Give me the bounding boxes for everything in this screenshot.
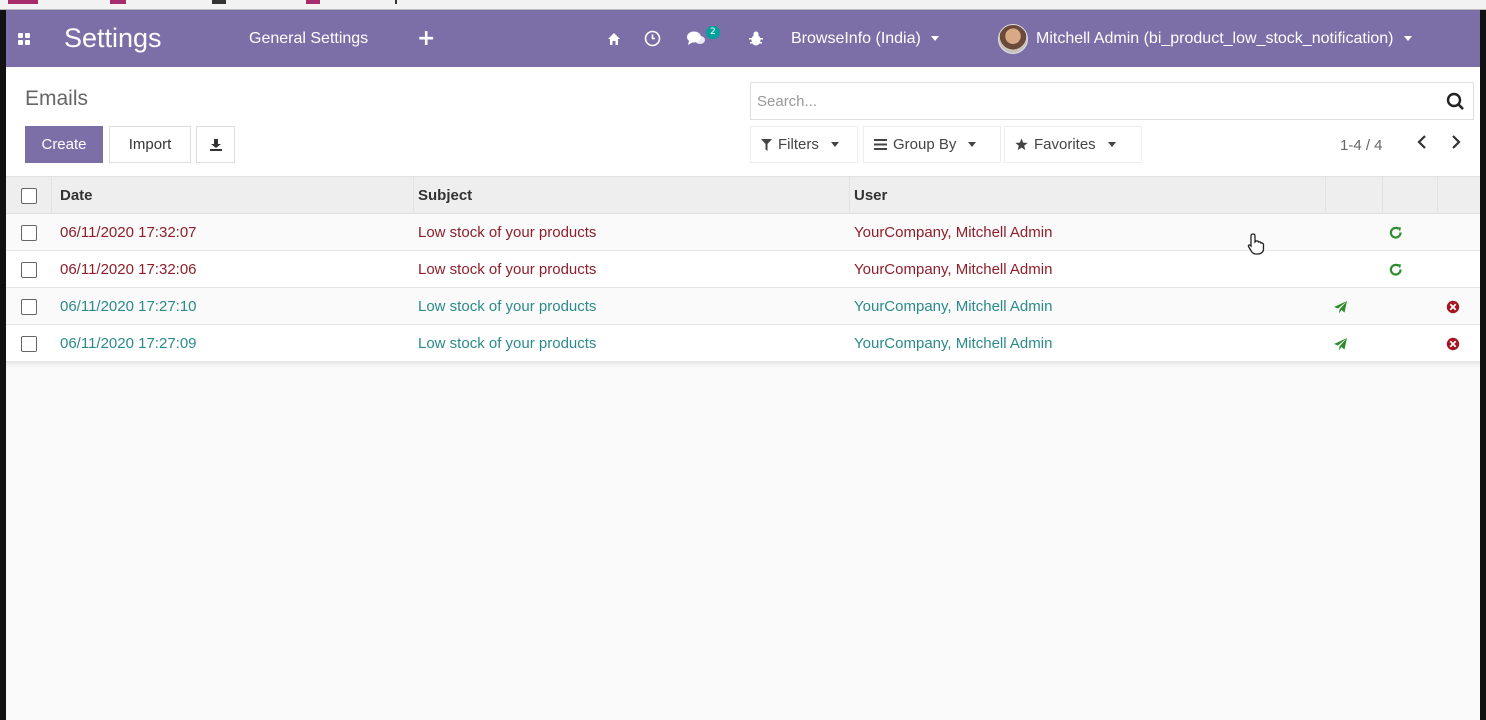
retry-icon <box>1389 226 1402 239</box>
groupby-dropdown[interactable]: Group By <box>863 126 1001 163</box>
header-send <box>1326 177 1383 214</box>
header-date[interactable]: Date <box>52 177 414 214</box>
chevron-down-icon <box>1403 36 1412 41</box>
chevron-down-icon <box>930 36 939 41</box>
cancel-button[interactable] <box>1446 288 1460 325</box>
cancel-button[interactable] <box>1446 325 1460 362</box>
activities-button[interactable] <box>644 10 661 67</box>
select-all-checkbox[interactable] <box>20 187 37 204</box>
header-user[interactable]: User <box>850 177 1326 214</box>
header-cancel <box>1438 177 1480 214</box>
import-button[interactable]: Import <box>109 126 191 163</box>
menu-more-button[interactable]: + <box>417 10 435 67</box>
select-all-cell <box>6 177 52 214</box>
chevron-down-icon <box>968 142 977 147</box>
export-button[interactable] <box>196 126 235 163</box>
retry-icon <box>1389 263 1402 276</box>
row-date: 06/11/2020 17:27:09 <box>60 335 197 352</box>
header-subject[interactable]: Subject <box>414 177 850 214</box>
row-select-cell <box>6 251 52 288</box>
chevron-left-icon <box>1417 135 1426 149</box>
control-panel: Emails Create Import Filters Group By <box>6 67 1480 177</box>
app-title[interactable]: Settings <box>64 10 162 67</box>
search-icon[interactable] <box>1446 92 1465 111</box>
table-header: Date Subject User <box>6 177 1480 214</box>
send-now-button[interactable] <box>1333 288 1348 325</box>
clock-icon <box>644 30 661 47</box>
cancel-icon <box>1446 337 1460 350</box>
list-icon <box>874 139 887 150</box>
row-subject: Low stock of your products <box>418 224 597 241</box>
row-user: YourCompany, Mitchell Admin <box>854 335 1053 352</box>
chevron-right-icon <box>1452 135 1461 149</box>
home-icon <box>608 32 620 45</box>
breadcrumb: Emails <box>25 87 89 110</box>
cancel-icon <box>1446 300 1460 313</box>
home-button[interactable] <box>606 10 622 67</box>
odoo-app: Settings General Settings + 2 BrowseInfo… <box>6 10 1480 720</box>
avatar <box>998 23 1028 54</box>
row-checkbox[interactable] <box>21 335 37 352</box>
messages-button[interactable]: 2 <box>686 10 720 67</box>
send-now-button[interactable] <box>1333 325 1348 362</box>
chevron-down-icon <box>830 142 839 147</box>
search-input[interactable] <box>757 89 1417 113</box>
filters-label: Filters <box>778 136 819 153</box>
menu-general-settings[interactable]: General Settings <box>249 10 368 67</box>
groupby-label: Group By <box>893 136 957 153</box>
main-navbar: Settings General Settings + 2 BrowseInfo… <box>6 10 1480 67</box>
create-button[interactable]: Create <box>25 126 103 163</box>
apps-menu-button[interactable] <box>18 10 34 67</box>
list-bottom-shadow <box>6 362 1480 368</box>
retry-button[interactable] <box>1389 214 1403 251</box>
screen: Settings General Settings + 2 BrowseInfo… <box>0 0 1486 720</box>
filters-dropdown[interactable]: Filters <box>750 126 858 163</box>
chevron-down-icon <box>1107 142 1116 147</box>
row-user: YourCompany, Mitchell Admin <box>854 224 1053 241</box>
pager-next-button[interactable] <box>1445 134 1467 156</box>
row-select-cell <box>6 214 52 251</box>
favorites-dropdown[interactable]: Favorites <box>1004 126 1142 163</box>
row-user: YourCompany, Mitchell Admin <box>854 298 1053 315</box>
chat-icon <box>687 31 705 45</box>
messages-badge: 2 <box>706 26 720 39</box>
row-date: 06/11/2020 17:27:10 <box>60 298 197 315</box>
retry-button[interactable] <box>1389 251 1403 288</box>
pager-previous-button[interactable] <box>1411 134 1433 156</box>
hand-cursor-icon <box>1247 233 1265 255</box>
row-subject: Low stock of your products <box>418 261 597 278</box>
favorites-label: Favorites <box>1034 136 1096 153</box>
pager-value[interactable]: 1-4 / 4 <box>1340 137 1383 154</box>
debug-button[interactable] <box>748 10 764 67</box>
company-name: BrowseInfo (India) <box>791 29 921 47</box>
user-name: Mitchell Admin (bi_product_low_stock_not… <box>1036 29 1394 47</box>
row-checkbox[interactable] <box>21 224 37 241</box>
user-menu[interactable]: Mitchell Admin (bi_product_low_stock_not… <box>998 10 1412 67</box>
table-row[interactable]: 06/11/2020 17:27:10 Low stock of your pr… <box>6 288 1480 325</box>
row-date: 06/11/2020 17:32:07 <box>60 224 197 241</box>
row-select-cell <box>6 325 52 362</box>
send-icon <box>1334 337 1347 350</box>
header-retry <box>1383 177 1438 214</box>
table-row[interactable]: 06/11/2020 17:32:06 Low stock of your pr… <box>6 251 1480 288</box>
row-select-cell <box>6 288 52 325</box>
browser-top-strip <box>0 0 1486 10</box>
bug-icon <box>749 31 763 45</box>
download-icon <box>209 138 222 151</box>
company-switcher[interactable]: BrowseInfo (India) <box>791 10 939 67</box>
search-bar <box>750 82 1474 120</box>
table-row[interactable]: 06/11/2020 17:27:09 Low stock of your pr… <box>6 325 1480 362</box>
row-subject: Low stock of your products <box>418 335 597 352</box>
filter-icon <box>761 138 772 151</box>
send-icon <box>1334 300 1347 313</box>
row-subject: Low stock of your products <box>418 298 597 315</box>
row-date: 06/11/2020 17:32:06 <box>60 261 197 278</box>
star-icon <box>1015 138 1028 150</box>
row-checkbox[interactable] <box>21 261 37 278</box>
apps-grid-icon <box>18 32 30 45</box>
row-checkbox[interactable] <box>21 298 37 315</box>
row-user: YourCompany, Mitchell Admin <box>854 261 1053 278</box>
